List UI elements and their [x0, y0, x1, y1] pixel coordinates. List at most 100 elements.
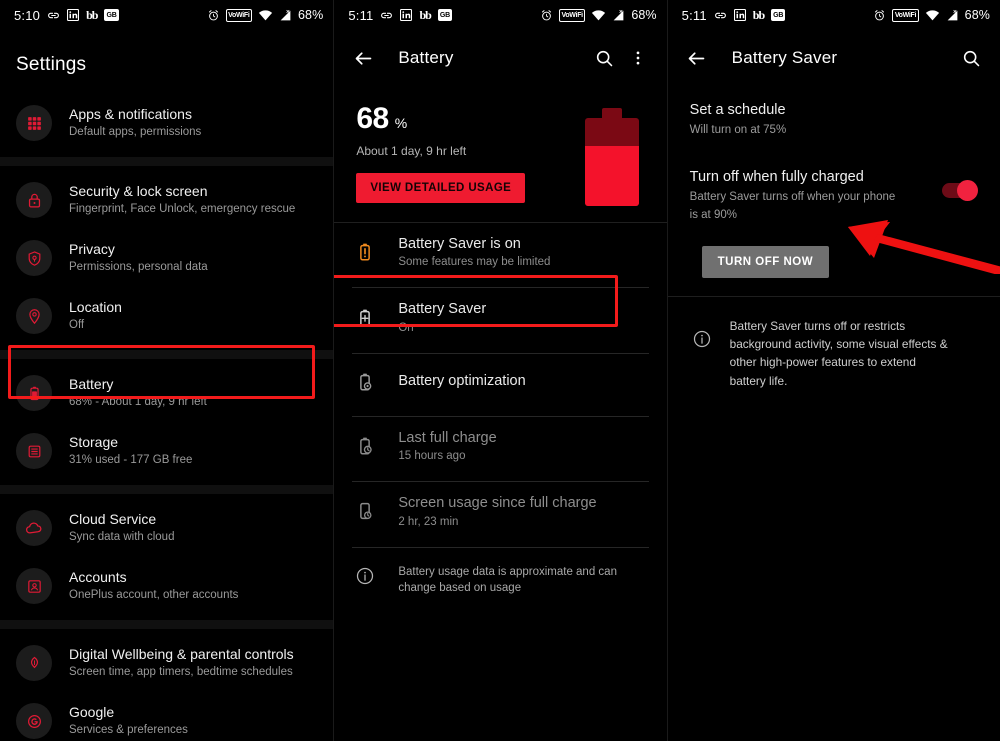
turn-off-when-charged-row[interactable]: Turn off when fully charged Battery Save… [668, 147, 1000, 232]
battery-row-text: Battery optimization [398, 373, 525, 390]
screen-usage-icon [352, 500, 378, 522]
turn-off-when-charged-title: Turn off when fully charged [689, 169, 864, 186]
status-bar-right: VoWiFi 68% [540, 8, 657, 22]
battery-row-subtitle: Some features may be limited [398, 256, 551, 269]
battery-row-subtitle: On [398, 321, 414, 334]
battery-optimize-icon [352, 371, 378, 393]
set-schedule-row[interactable]: Set a schedule Will turn on at 75% [668, 86, 1000, 147]
search-icon[interactable] [954, 41, 988, 75]
sidebar-item-battery[interactable]: Battery 68% - About 1 day, 9 hr left [0, 364, 333, 422]
link-icon [380, 9, 393, 22]
status-bar-left: 5:11 bb GB [682, 8, 786, 23]
sidebar-item-apps-notifications[interactable]: Apps & notifications Default apps, permi… [0, 94, 333, 152]
wifi-icon [258, 9, 273, 21]
bb-icon: bb [752, 8, 765, 22]
gb-badge-icon: GB [771, 9, 786, 21]
search-icon[interactable] [587, 41, 621, 75]
battery-percent-unit: % [394, 115, 408, 131]
location-pin-icon [16, 298, 52, 334]
info-icon [692, 329, 712, 390]
battery-cap [601, 108, 622, 118]
settings-item-subtitle: Services & preferences [69, 724, 188, 737]
settings-item-title: Cloud Service [69, 511, 157, 528]
last-full-charge-row[interactable]: Last full charge 15 hours ago [334, 417, 666, 475]
sidebar-item-security[interactable]: Security & lock screen Fingerprint, Face… [0, 171, 333, 229]
battery-summary: 68 % About 1 day, 9 hr left VIEW DETAILE… [334, 86, 666, 216]
turn-off-now-button[interactable]: TURN OFF NOW [701, 245, 830, 278]
battery-percent-number: 68 [356, 102, 389, 135]
settings-item-subtitle: OnePlus account, other accounts [69, 589, 239, 602]
settings-item-subtitle: 68% - About 1 day, 9 hr left [69, 396, 207, 409]
battery-optimization-row[interactable]: Battery optimization [334, 354, 666, 410]
lock-icon [16, 182, 52, 218]
sidebar-item-accounts[interactable]: Accounts OnePlus account, other accounts [0, 557, 333, 615]
cellular-signal-icon [279, 9, 292, 22]
settings-item-subtitle: Off [69, 319, 85, 332]
settings-item-title: Storage [69, 434, 119, 451]
toggle-knob [956, 180, 978, 202]
battery-usage-note-text: Battery usage data is approximate and ca… [398, 565, 617, 595]
battery-summary-text: 68 % About 1 day, 9 hr left VIEW DETAILE… [356, 102, 584, 203]
settings-item-title: Digital Wellbeing & parental controls [69, 646, 294, 663]
sidebar-item-location[interactable]: Location Off [0, 287, 333, 345]
back-arrow-icon[interactable] [346, 41, 380, 75]
battery-row-text: Last full charge 15 hours ago [398, 430, 496, 462]
battery-body [584, 118, 639, 206]
wifi-icon [591, 9, 606, 21]
section-divider [0, 485, 334, 494]
settings-item-title: Location [69, 299, 122, 316]
settings-item-subtitle: Screen time, app timers, bedtime schedul… [69, 666, 293, 679]
cellular-signal-icon [946, 9, 959, 22]
link-icon [714, 9, 727, 22]
three-panel-screenshot: 5:10 bb GB VoWiFi 68% Settings Apps & no… [0, 0, 1000, 741]
battery-row-title: Last full charge [398, 429, 497, 446]
cellular-signal-icon [612, 9, 625, 22]
settings-list: Apps & notifications Default apps, permi… [0, 76, 334, 741]
battery-row-text: Battery Saver is on Some features may be… [398, 236, 550, 268]
linkedin-icon [67, 8, 80, 22]
battery-row-title: Battery Saver is on [398, 236, 521, 252]
turn-off-when-charged-text: Turn off when fully charged Battery Save… [690, 169, 942, 224]
settings-item-title: Google [69, 704, 115, 721]
battery-row-title: Battery optimization [398, 373, 526, 390]
settings-item-text: Google Services & preferences [69, 704, 188, 737]
wellbeing-icon [16, 645, 52, 681]
battery-saver-appbar: Battery Saver [668, 30, 1000, 86]
info-icon [352, 566, 378, 586]
battery-saver-status-row[interactable]: Battery Saver is on Some features may be… [334, 223, 666, 281]
battery-saver-icon [352, 307, 378, 329]
status-bar-left: 5:11 bb GB [348, 8, 452, 23]
sidebar-item-digital-wellbeing[interactable]: Digital Wellbeing & parental controls Sc… [0, 634, 333, 692]
settings-item-subtitle: Permissions, personal data [69, 261, 208, 274]
alarm-icon [873, 9, 886, 22]
more-vertical-icon[interactable] [621, 41, 655, 75]
settings-item-title: Apps & notifications [69, 106, 192, 123]
sidebar-item-google[interactable]: Google Services & preferences [0, 692, 333, 741]
status-bar-battery-saver: 5:11 bb GB VoWiFi 68% [668, 0, 1000, 30]
battery-icon [16, 375, 52, 411]
screen-usage-row[interactable]: Screen usage since full charge 2 hr, 23 … [334, 482, 666, 540]
sidebar-item-cloud-service[interactable]: Cloud Service Sync data with cloud [0, 499, 333, 557]
settings-item-text: Privacy Permissions, personal data [69, 241, 208, 274]
settings-item-text: Battery 68% - About 1 day, 9 hr left [69, 376, 207, 409]
apps-grid-icon [16, 105, 52, 141]
view-detailed-usage-button[interactable]: VIEW DETAILED USAGE [356, 173, 526, 203]
set-schedule-subtitle: Will turn on at 75% [689, 124, 787, 136]
status-bar-right: VoWiFi 68% [207, 8, 324, 22]
link-icon [47, 9, 60, 22]
settings-item-text: Accounts OnePlus account, other accounts [69, 569, 238, 602]
status-bar-right: VoWiFi 68% [873, 8, 990, 22]
settings-item-subtitle: Sync data with cloud [69, 531, 175, 544]
storage-icon [16, 433, 52, 469]
page-title: Settings [16, 54, 87, 75]
back-arrow-icon[interactable] [680, 41, 714, 75]
settings-item-text: Apps & notifications Default apps, permi… [69, 106, 201, 139]
status-bar-settings: 5:10 bb GB VoWiFi 68% [0, 0, 333, 30]
turn-off-when-charged-toggle[interactable] [941, 180, 978, 202]
battery-usage-note: Battery usage data is approximate and ca… [334, 548, 666, 610]
settings-item-title: Battery [69, 376, 114, 393]
sidebar-item-privacy[interactable]: Privacy Permissions, personal data [0, 229, 333, 287]
battery-saver-row[interactable]: Battery Saver On [334, 288, 666, 346]
sidebar-item-storage[interactable]: Storage 31% used - 177 GB free [0, 422, 333, 480]
status-time: 5:10 [14, 7, 41, 23]
